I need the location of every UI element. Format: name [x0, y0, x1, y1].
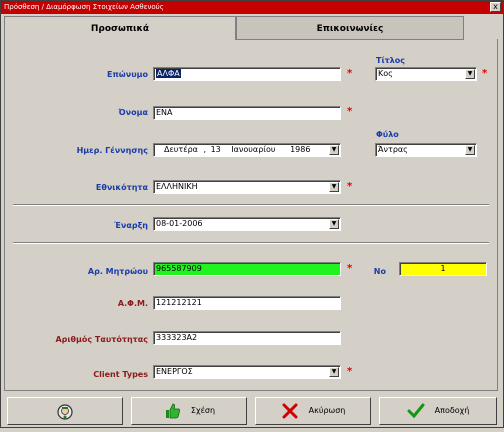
first-name-value: ΕΝΑ [156, 108, 173, 117]
tab-personal[interactable]: Προσωπικά [4, 16, 236, 40]
doctor-icon [56, 403, 74, 420]
title-label: Τίτλος [376, 56, 405, 65]
tax-id-label: Α.Φ.Μ. [117, 299, 148, 308]
close-button[interactable]: x [490, 2, 501, 12]
surname-value: ΑΛΦΑ [156, 69, 181, 78]
birth-day-number: 13 [210, 145, 221, 154]
tax-id-value: 121212121 [156, 298, 202, 307]
start-date-value: 08-01-2006 [156, 219, 203, 228]
first-name-field[interactable]: ΕΝΑ [153, 106, 341, 120]
tax-id-field[interactable]: 121212121 [153, 296, 341, 310]
id-card-label: Αριθμός Ταυτότητας [55, 335, 148, 344]
title-select[interactable]: Κος ▼ [375, 67, 477, 81]
nationality-label: Εθνικότητα [95, 183, 148, 192]
cancel-label: Ακύρωση [308, 406, 346, 415]
surname-label: Επώνυμο [107, 70, 148, 79]
registry-number-required-mark: * [347, 263, 353, 274]
chevron-down-icon[interactable]: ▼ [329, 182, 339, 192]
title-value: Κος [378, 69, 393, 78]
nationality-required-mark: * [347, 181, 353, 192]
gender-label: Φύλο [376, 130, 399, 139]
chevron-down-icon[interactable]: ▼ [465, 145, 475, 155]
accept-button[interactable]: Αποδοχή [379, 397, 497, 425]
chevron-down-icon[interactable]: ▼ [465, 69, 475, 79]
birth-date-label: Ημερ. Γέννησης [76, 146, 148, 155]
id-card-field[interactable]: 333323Α2 [153, 331, 341, 345]
start-date-picker[interactable]: 08-01-2006 ▼ [153, 217, 341, 231]
gender-value: Άντρας [378, 145, 408, 154]
separator [13, 242, 489, 244]
registry-number-value: 965587909 [156, 264, 202, 273]
client-types-required-mark: * [347, 366, 353, 377]
nationality-select[interactable]: ΕΛΛΗΝΙΚΗ ▼ [153, 180, 341, 194]
window-title: Πρόσθεση / Διαμόρφωση Στοιχείων Ασθενούς [4, 3, 164, 11]
title-bar: Πρόσθεση / Διαμόρφωση Στοιχείων Ασθενούς… [1, 1, 503, 14]
red-x-icon [281, 403, 299, 419]
tab-contacts[interactable]: Επικοινωνίες [236, 16, 464, 40]
client-types-label: Client Types [93, 370, 148, 379]
birth-year: 1986 [290, 145, 311, 154]
first-name-label: Όνομα [118, 108, 148, 117]
doctor-button[interactable] [7, 397, 123, 425]
cancel-button[interactable]: Ακύρωση [255, 397, 371, 425]
birth-day-name: Δευτέρα [164, 145, 198, 154]
accept-label: Αποδοχή [434, 406, 470, 415]
nationality-value: ΕΛΛΗΝΙΚΗ [156, 182, 198, 191]
relation-button[interactable]: Σχέση [131, 397, 247, 425]
no-value: 1 [440, 264, 446, 273]
client-types-value: ΕΝΕΡΓΟΣ [156, 367, 193, 376]
surname-required-mark: * [347, 68, 353, 79]
no-label: No [373, 267, 386, 276]
separator [13, 204, 489, 206]
patient-dialog-window: Πρόσθεση / Διαμόρφωση Στοιχείων Ασθενούς… [0, 0, 504, 428]
registry-number-field[interactable]: 965587909 [153, 262, 341, 276]
start-date-label: Έναρξη [114, 221, 148, 230]
thumbs-up-icon [163, 403, 181, 419]
chevron-down-icon[interactable]: ▼ [329, 145, 339, 155]
gender-select[interactable]: Άντρας ▼ [375, 143, 477, 157]
client-types-select[interactable]: ΕΝΕΡΓΟΣ ▼ [153, 365, 341, 379]
no-field[interactable]: 1 [399, 262, 487, 276]
registry-number-label: Αρ. Μητρώου [87, 267, 148, 276]
chevron-down-icon[interactable]: ▼ [329, 367, 339, 377]
birth-date-picker[interactable]: Δευτέρα , 13 Ιανουαρίου 1986 ▼ [153, 143, 341, 157]
title-required-mark: * [482, 68, 488, 79]
surname-field[interactable]: ΑΛΦΑ [153, 67, 341, 81]
relation-label: Σχέση [190, 406, 216, 415]
check-icon [407, 403, 425, 419]
id-card-value: 333323Α2 [156, 333, 198, 342]
first-name-required-mark: * [347, 106, 353, 117]
birth-month: Ιανουαρίου [231, 145, 276, 154]
chevron-down-icon[interactable]: ▼ [329, 219, 339, 229]
